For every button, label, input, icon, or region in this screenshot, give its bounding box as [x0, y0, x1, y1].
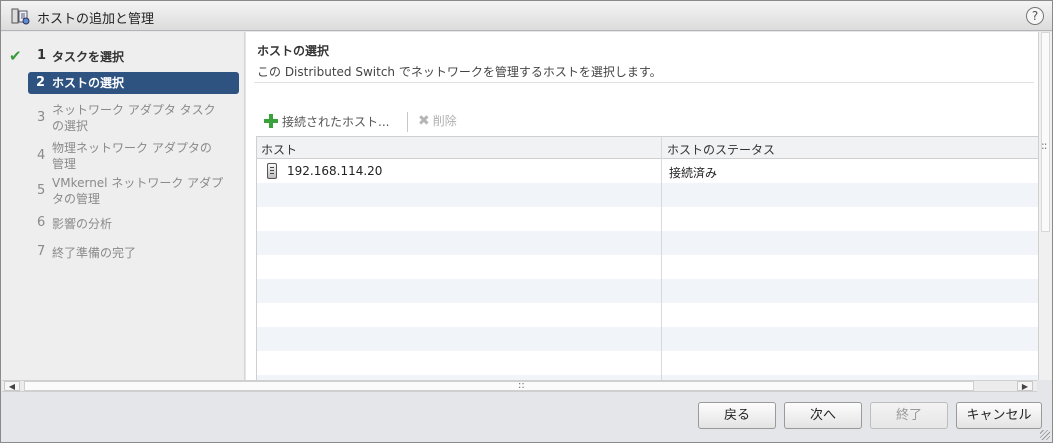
host-address: 192.168.114.20 — [287, 164, 383, 178]
checkmark-icon: ✔ — [9, 47, 22, 65]
page-description: この Distributed Switch でネットワークを管理するホストを選択… — [257, 65, 662, 79]
step-label: タスクを選択 — [52, 50, 125, 64]
remove-icon: ✖ — [418, 113, 430, 129]
page-title: ホストの選択 — [257, 44, 330, 58]
step-number: 7 — [37, 244, 46, 259]
column-header-host[interactable]: ホスト — [261, 141, 297, 158]
step-label: 終了準備の完了 — [52, 246, 137, 260]
step-label-line1: VMkernel ネットワーク アダプ — [52, 176, 224, 190]
dialog-title: ホストの追加と管理 — [37, 12, 155, 27]
step-label-line1: 物理ネットワーク アダプタの — [52, 141, 212, 155]
step-select-task[interactable]: ✔ 1 タスクを選択 — [1, 47, 245, 67]
step-number: 2 — [36, 75, 46, 90]
content-pane: ホストの選択 この Distributed Switch でネットワークを管理す… — [246, 32, 1038, 380]
host-status: 接続済み — [669, 166, 718, 180]
toolbar-separator — [407, 112, 408, 132]
host-server-icon — [267, 163, 277, 179]
help-button[interactable]: ? — [1026, 7, 1044, 25]
scroll-grip-icon: :: — [518, 380, 525, 391]
horizontal-scrollbar[interactable]: ◀ :: ▶ — [2, 380, 1037, 392]
scroll-right-arrow-icon[interactable]: ▶ — [1017, 381, 1033, 391]
column-header-host-status[interactable]: ホストのステータス — [667, 141, 775, 158]
empty-row — [257, 231, 1038, 255]
add-manage-hosts-dialog: ホストの追加と管理 ? ✔ 1 タスクを選択 2 ホストの選択 3 ネットワーク… — [0, 0, 1053, 443]
table-row[interactable]: 192.168.114.20 接続済み — [257, 159, 1038, 183]
step-label: ホストの選択 — [52, 76, 125, 90]
column-divider[interactable] — [661, 137, 662, 380]
hosts-table: ホスト ホストのステータス 192.168.114.20 接続済み — [256, 136, 1038, 380]
wizard-steps-nav: ✔ 1 タスクを選択 2 ホストの選択 3 ネットワーク アダプタ タスク の選… — [1, 32, 245, 380]
vertical-scroll-thumb[interactable] — [1041, 32, 1050, 232]
vertical-scrollbar[interactable]: :: — [1038, 32, 1052, 380]
back-button[interactable]: 戻る — [698, 402, 776, 429]
step-label-line2: 管理 — [52, 157, 77, 171]
table-header: ホスト ホストのステータス — [257, 137, 1038, 159]
step-network-adapter-tasks[interactable]: 3 ネットワーク アダプタ タスク の選択 — [1, 102, 245, 136]
step-number: 6 — [37, 215, 46, 230]
empty-row — [257, 279, 1038, 303]
step-number: 5 — [37, 183, 46, 198]
step-number: 3 — [37, 110, 46, 125]
step-select-hosts[interactable]: 2 ホストの選択 — [28, 72, 239, 94]
step-manage-physical-adapters[interactable]: 4 物理ネットワーク アダプタの 管理 — [1, 140, 245, 174]
step-manage-vmkernel-adapters[interactable]: 5 VMkernel ネットワーク アダプ タの管理 — [1, 175, 245, 209]
scroll-left-arrow-icon[interactable]: ◀ — [4, 381, 20, 391]
splitter-grip-icon[interactable]: :: — [1041, 139, 1048, 152]
add-connected-hosts-label: 接続されたホスト... — [282, 115, 390, 129]
resize-grip-icon[interactable] — [1040, 430, 1050, 440]
step-ready-to-complete[interactable]: 7 終了準備の完了 — [1, 244, 245, 262]
cancel-button[interactable]: キャンセル — [956, 402, 1042, 429]
remove-host-button[interactable]: ✖ 削除 — [418, 112, 457, 132]
header-divider — [254, 82, 1034, 83]
empty-row — [257, 183, 1038, 207]
step-label: 影響の分析 — [52, 217, 113, 231]
horizontal-scroll-thumb[interactable]: :: — [24, 380, 974, 391]
step-number: 4 — [37, 148, 46, 163]
step-label-line2: タの管理 — [52, 192, 101, 206]
finish-button[interactable]: 終了 — [870, 402, 948, 429]
step-number: 1 — [37, 48, 47, 63]
empty-row — [257, 327, 1038, 351]
next-button[interactable]: 次へ — [784, 402, 862, 429]
hosts-wizard-icon — [11, 8, 30, 25]
dialog-footer: 戻る 次へ 終了 キャンセル — [1, 393, 1052, 442]
step-label-line2: の選択 — [52, 119, 89, 133]
add-connected-hosts-button[interactable]: 接続されたホスト... — [264, 112, 389, 132]
step-analyze-impact[interactable]: 6 影響の分析 — [1, 215, 245, 233]
step-label-line1: ネットワーク アダプタ タスク — [52, 103, 216, 117]
remove-label: 削除 — [432, 114, 457, 128]
title-bar: ホストの追加と管理 ? — [1, 1, 1052, 31]
plus-icon — [264, 114, 278, 128]
